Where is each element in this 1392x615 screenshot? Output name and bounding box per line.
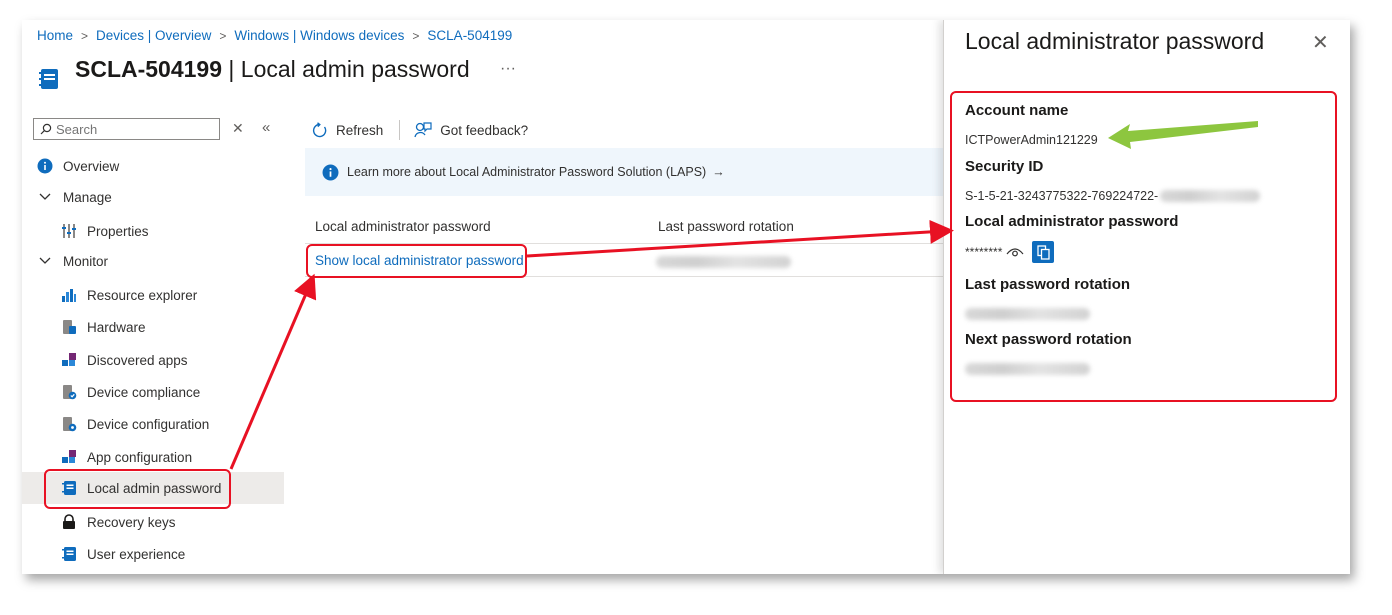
sidebar-item-properties[interactable]: Properties	[60, 215, 322, 247]
sidebar-item-recovery-keys[interactable]: Recovery keys	[60, 506, 322, 538]
sidebar-item-resource-explorer[interactable]: Resource explorer	[60, 279, 322, 311]
page-title: SCLA-504199 | Local admin password	[75, 56, 470, 83]
sidebar-group-label: Manage	[63, 189, 112, 205]
configuration-icon	[60, 415, 78, 433]
feedback-icon	[414, 122, 432, 138]
arrow-right-icon: →	[712, 165, 725, 179]
sidebar-item-label: User experience	[87, 546, 186, 562]
breadcrumb-windows[interactable]: Windows | Windows devices	[234, 28, 404, 43]
info-icon	[322, 164, 339, 180]
page-title-device: SCLA-504199	[75, 56, 223, 82]
breadcrumb-separator-icon: >	[81, 28, 89, 43]
sidebar-item-overview[interactable]: Overview	[36, 150, 298, 182]
sidebar-group-monitor[interactable]: Monitor	[36, 245, 298, 277]
sidebar-item-label: Overview	[63, 158, 120, 174]
device-notebook-icon	[39, 69, 58, 89]
highlight-local-admin-password	[44, 469, 231, 509]
highlight-show-password-link	[306, 244, 527, 278]
sidebar-item-label: App configuration	[87, 449, 193, 465]
info-icon	[36, 157, 54, 175]
sidebar-item-device-configuration[interactable]: Device configuration	[60, 408, 322, 440]
search-box[interactable]	[33, 118, 220, 140]
more-options-button[interactable]: ···	[500, 60, 516, 78]
refresh-button[interactable]: Refresh	[311, 121, 384, 139]
collapse-sidebar-button[interactable]: «	[262, 119, 270, 136]
redacted-last-rotation	[656, 256, 791, 268]
sidebar-item-user-experience[interactable]: User experience	[60, 538, 322, 570]
breadcrumb-separator-icon: >	[219, 28, 227, 43]
sidebar-item-label: Resource explorer	[87, 287, 198, 303]
highlight-password-details	[950, 91, 1337, 402]
hardware-icon	[60, 318, 78, 336]
sidebar-group-manage[interactable]: Manage	[36, 181, 298, 213]
feedback-button[interactable]: Got feedback?	[414, 121, 528, 139]
close-panel-button[interactable]: ✕	[1312, 30, 1329, 55]
refresh-label: Refresh	[336, 122, 384, 138]
apps-icon	[60, 448, 78, 466]
notebook-icon	[60, 545, 78, 563]
panel-title: Local administrator password	[965, 28, 1265, 54]
chevron-down-icon	[36, 188, 54, 206]
column-header-last-rotation: Last password rotation	[658, 219, 794, 234]
sidebar-item-label: Discovered apps	[87, 352, 188, 368]
breadcrumb-separator-icon: >	[412, 28, 420, 43]
clear-search-button[interactable]: ✕	[232, 120, 244, 137]
sidebar-item-label: Device compliance	[87, 384, 201, 400]
sidebar-item-label: Properties	[87, 223, 149, 239]
command-bar: Refresh Got feedback?	[311, 120, 528, 140]
column-header-password: Local administrator password	[315, 219, 491, 234]
apps-icon	[60, 351, 78, 369]
properties-icon	[60, 222, 78, 240]
sidebar-group-label: Monitor	[63, 253, 109, 269]
sidebar-item-discovered-apps[interactable]: Discovered apps	[60, 344, 322, 376]
toolbar-divider	[399, 120, 401, 140]
breadcrumb: Home > Devices | Overview > Windows | Wi…	[37, 28, 512, 43]
page-title-section: | Local admin password	[222, 56, 470, 82]
sidebar-item-label: Device configuration	[87, 416, 210, 432]
resource-explorer-icon	[60, 286, 78, 304]
breadcrumb-devices[interactable]: Devices | Overview	[96, 28, 211, 43]
sidebar-item-device-compliance[interactable]: Device compliance	[60, 376, 322, 408]
sidebar-item-label: Recovery keys	[87, 514, 176, 530]
feedback-label: Got feedback?	[440, 122, 529, 138]
info-banner-text: Learn more about Local Administrator Pas…	[347, 165, 707, 179]
chevron-down-icon	[36, 252, 54, 270]
compliance-icon	[60, 383, 78, 401]
search-icon	[40, 123, 52, 135]
refresh-icon	[312, 121, 327, 137]
breadcrumb-device[interactable]: SCLA-504199	[427, 28, 512, 43]
search-input[interactable]	[52, 120, 208, 138]
laps-info-banner[interactable]: Learn more about Local Administrator Pas…	[305, 148, 945, 196]
sidebar-item-hardware[interactable]: Hardware	[60, 311, 322, 343]
sidebar-item-label: Hardware	[87, 319, 146, 335]
breadcrumb-home[interactable]: Home	[37, 28, 73, 43]
lock-icon	[60, 513, 78, 531]
